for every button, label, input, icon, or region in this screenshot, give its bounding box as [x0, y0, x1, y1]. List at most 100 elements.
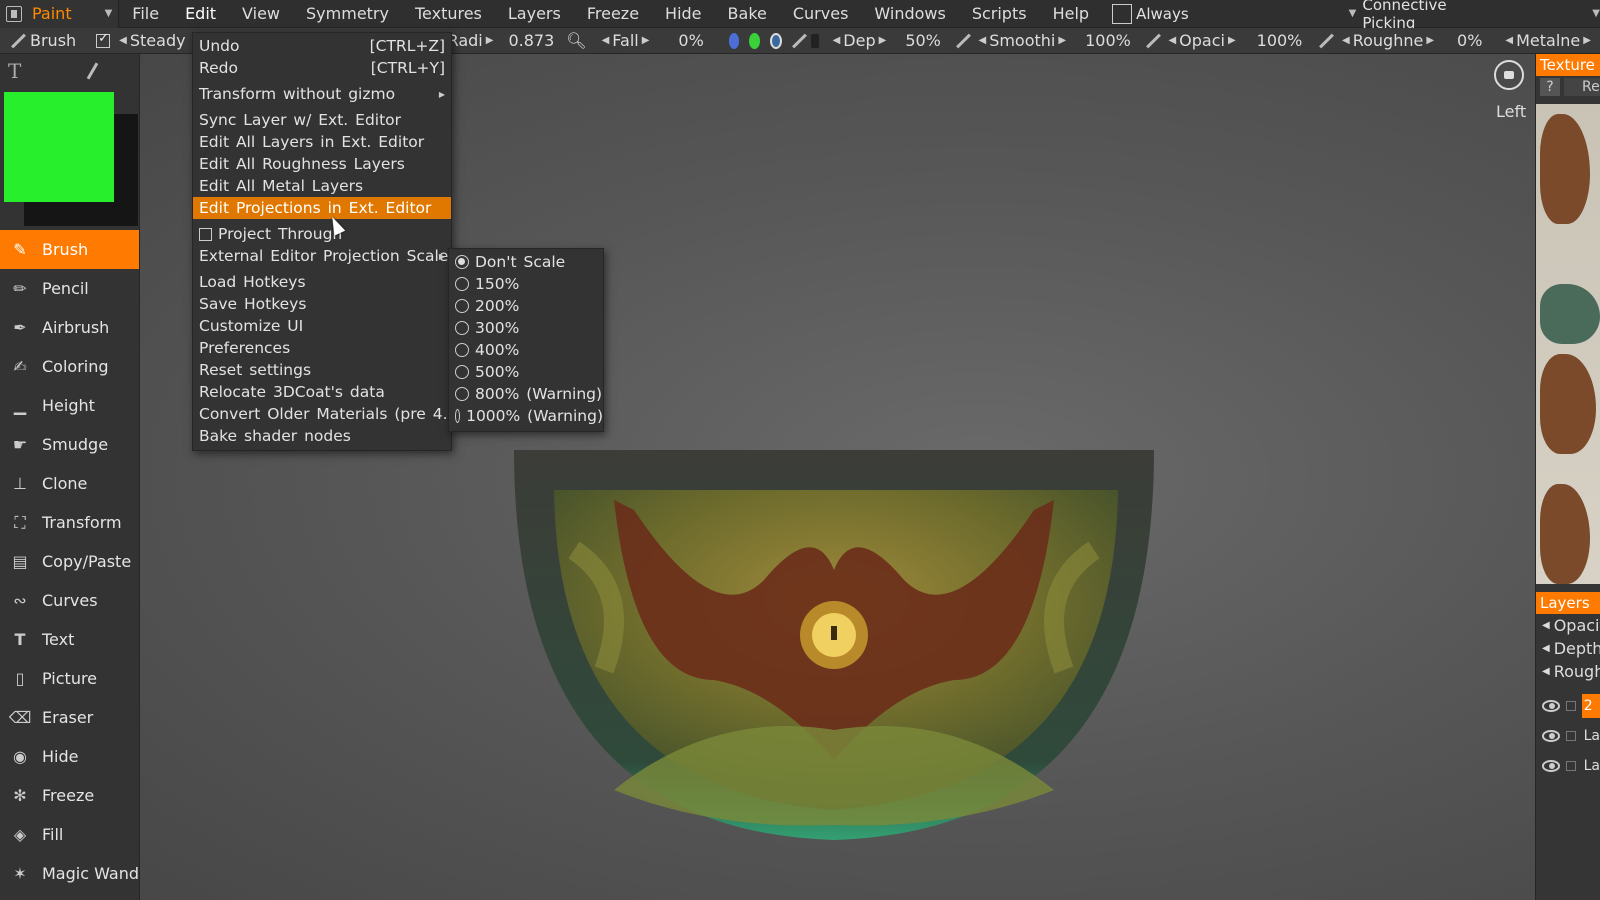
chevron-left-icon[interactable]: ◀: [1168, 35, 1176, 46]
tool-smudge[interactable]: ☛ Smudge: [0, 425, 139, 464]
layer-name[interactable]: La: [1582, 754, 1600, 778]
tool-copy-paste[interactable]: ▤ Copy/Paste: [0, 542, 139, 581]
menu-item-sync-layer[interactable]: Sync Layer w/ Ext. Editor: [193, 109, 451, 131]
roughness-control[interactable]: ◀ Roughne ▶: [1333, 28, 1443, 53]
chevron-left-icon[interactable]: ◀: [1542, 643, 1550, 654]
steady-checkbox[interactable]: [96, 31, 111, 48]
menu-freeze[interactable]: Freeze: [574, 0, 652, 28]
menu-item-edit-all-layers[interactable]: Edit All Layers in Ext. Editor: [193, 131, 451, 153]
layer-opacity-control[interactable]: ◀Opacit: [1536, 614, 1600, 637]
menu-layers[interactable]: Layers: [495, 0, 574, 28]
menu-item-relocate-data[interactable]: Relocate 3DCoat's data: [193, 381, 451, 403]
layer-row[interactable]: 2: [1536, 691, 1600, 721]
chevron-left-icon[interactable]: ◀: [833, 35, 841, 46]
scale-option-800[interactable]: 800% (Warning): [449, 383, 603, 405]
always-checkbox[interactable]: [1112, 3, 1133, 24]
smooth-value[interactable]: 100%: [1075, 28, 1141, 53]
scale-option-dont-scale[interactable]: Don't Scale: [449, 251, 603, 273]
menu-symmetry[interactable]: Symmetry: [293, 0, 402, 28]
lock-icon[interactable]: [1566, 761, 1576, 771]
radio[interactable]: [455, 299, 469, 313]
layers-tab[interactable]: Layers: [1536, 592, 1600, 614]
chevron-right-icon[interactable]: ▶: [1426, 35, 1434, 46]
always-toggle[interactable]: Always: [1112, 3, 1189, 24]
sphere-blue-icon[interactable]: [728, 32, 740, 49]
half-bowl-model[interactable]: [514, 430, 1174, 850]
opacity-pen-icon[interactable]: [1145, 33, 1156, 49]
menu-item-redo[interactable]: Redo [CTRL+Y]: [193, 57, 451, 79]
project-through-checkbox[interactable]: [199, 227, 212, 241]
roughness-value[interactable]: 0%: [1443, 28, 1496, 53]
layer-depth-control[interactable]: ◀ Depth: [1536, 637, 1600, 660]
opacity-value[interactable]: 100%: [1245, 28, 1315, 53]
texture-preview[interactable]: [1536, 104, 1600, 584]
chevron-left-icon[interactable]: ◀: [978, 35, 986, 46]
scale-option-500[interactable]: 500%: [449, 361, 603, 383]
menu-item-save-hotkeys[interactable]: Save Hotkeys: [193, 293, 451, 315]
lock-icon[interactable]: [1566, 731, 1576, 741]
radius-pick-icon[interactable]: 🔍︎: [560, 28, 592, 53]
tool-clone[interactable]: ⊥ Clone: [0, 464, 139, 503]
tool-coloring[interactable]: ✍ Coloring: [0, 347, 139, 386]
texture-tab[interactable]: Texture: [1536, 54, 1600, 76]
radio[interactable]: [455, 365, 469, 379]
menu-item-undo[interactable]: Undo [CTRL+Z]: [193, 35, 451, 57]
menu-item-preferences[interactable]: Preferences: [193, 337, 451, 359]
menu-hide[interactable]: Hide: [652, 0, 714, 28]
tool-freeze[interactable]: ✻ Freeze: [0, 776, 139, 815]
chevron-left-icon[interactable]: ◀: [602, 35, 610, 46]
tool-hide[interactable]: ◉ Hide: [0, 737, 139, 776]
radio[interactable]: [455, 277, 469, 291]
falloff-value[interactable]: 0%: [658, 28, 723, 53]
menu-item-reset-settings[interactable]: Reset settings: [193, 359, 451, 381]
depth-value[interactable]: 50%: [895, 28, 951, 53]
layer-row[interactable]: La: [1536, 721, 1600, 751]
chevron-left-icon[interactable]: ◀: [1542, 620, 1550, 631]
depth-pen-icon[interactable]: [791, 33, 802, 49]
menu-textures[interactable]: Textures: [402, 0, 495, 28]
menu-edit[interactable]: Edit: [172, 0, 229, 28]
menu-item-ext-editor-scale[interactable]: External Editor Projection Scale ▶: [193, 245, 451, 267]
metalness-control[interactable]: ◀ Metalne ▶: [1496, 28, 1600, 53]
steady-toggle[interactable]: ◀ Steady: [90, 28, 191, 53]
falloff-control[interactable]: ◀ Fall ▶: [593, 28, 659, 53]
menu-scripts[interactable]: Scripts: [959, 0, 1040, 28]
layer-roughness-control[interactable]: ◀Roughi: [1536, 660, 1600, 683]
camera-icon[interactable]: [1494, 60, 1524, 90]
scale-option-150[interactable]: 150%: [449, 273, 603, 295]
menu-item-edit-metal[interactable]: Edit All Metal Layers: [193, 175, 451, 197]
opacity-control[interactable]: ◀ Opaci ▶: [1159, 28, 1244, 53]
primary-color-swatch[interactable]: [4, 92, 114, 202]
menu-item-edit-roughness[interactable]: Edit All Roughness Layers: [193, 153, 451, 175]
lock-icon[interactable]: [1566, 701, 1576, 711]
menu-view[interactable]: View: [229, 0, 293, 28]
tool-airbrush[interactable]: ✒ Airbrush: [0, 308, 139, 347]
menu-item-project-through[interactable]: Project Through: [193, 223, 451, 245]
tool-transform[interactable]: ⛶ Transform: [0, 503, 139, 542]
chevron-left-icon[interactable]: ◀: [1505, 35, 1513, 46]
tool-magic-wand[interactable]: ✶ Magic Wand: [0, 854, 139, 893]
radio[interactable]: [455, 409, 461, 423]
menu-file[interactable]: File: [119, 0, 172, 28]
tool-height[interactable]: ▁ Height: [0, 386, 139, 425]
scale-option-400[interactable]: 400%: [449, 339, 603, 361]
smooth-pen-icon[interactable]: [955, 33, 966, 49]
sphere-green-icon[interactable]: [749, 32, 761, 49]
chevron-right-icon[interactable]: ▶: [1058, 35, 1066, 46]
layer-row[interactable]: La: [1536, 751, 1600, 781]
tool-brush[interactable]: ✎ Brush: [0, 230, 139, 269]
menu-windows[interactable]: Windows: [861, 0, 958, 28]
menu-item-transform-without-gizmo[interactable]: Transform without gizmo ▶: [193, 83, 451, 105]
sphere-material-icon[interactable]: [770, 32, 782, 49]
chevron-left-icon[interactable]: ◀: [119, 35, 127, 46]
menu-item-convert-materials[interactable]: Convert Older Materials (pre 4.5): [193, 403, 463, 425]
layer-name[interactable]: La: [1582, 724, 1600, 748]
chevron-right-icon[interactable]: ▶: [642, 35, 650, 46]
chevron-left-icon[interactable]: ◀: [1342, 35, 1350, 46]
text-tool-icon[interactable]: T: [8, 59, 21, 83]
re-button[interactable]: Re: [1564, 78, 1600, 96]
menu-help[interactable]: Help: [1040, 0, 1102, 28]
chevron-down-icon[interactable]: ▼: [1592, 8, 1600, 19]
chevron-left-icon[interactable]: ◀: [1542, 666, 1550, 677]
menu-item-load-hotkeys[interactable]: Load Hotkeys: [193, 271, 451, 293]
